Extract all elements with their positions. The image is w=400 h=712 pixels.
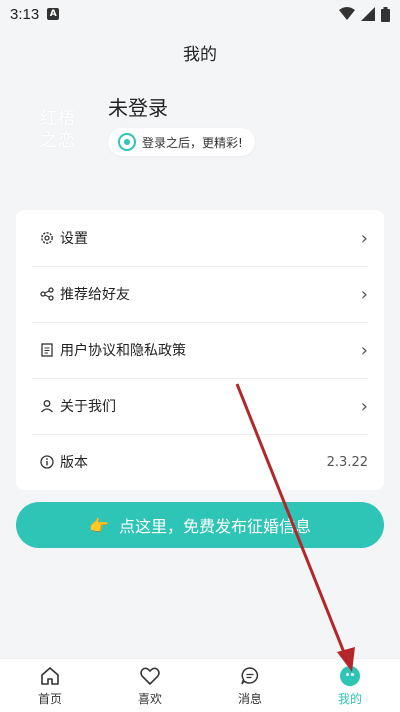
tab-label: 喜欢: [137, 691, 162, 706]
tab-messages[interactable]: 消息: [200, 659, 300, 712]
status-bar: 3:13 A: [0, 0, 400, 28]
menu-item-share[interactable]: 推荐给好友 ›: [16, 266, 384, 322]
me-icon: [339, 665, 361, 687]
avatar[interactable]: 红梧 之恋: [18, 98, 98, 162]
menu-item-label: 关于我们: [60, 399, 116, 415]
menu-item-about[interactable]: 关于我们 ›: [16, 378, 384, 434]
menu-card: 设置 › 推荐给好友 › 用户协议和隐私政策 › 关于我们 › 版本 2.3.2…: [16, 210, 384, 490]
chevron-right-icon: ›: [360, 339, 368, 361]
menu-item-agreement[interactable]: 用户协议和隐私政策 ›: [16, 322, 384, 378]
menu-item-settings[interactable]: 设置 ›: [16, 210, 384, 266]
notification-icon: A: [47, 8, 60, 20]
share-icon: [40, 287, 54, 301]
login-hint-button[interactable]: 登录之后，更精彩!: [108, 128, 255, 156]
tab-label: 消息: [237, 691, 262, 706]
chevron-right-icon: ›: [360, 395, 368, 417]
avatar-text-line2: 之恋: [40, 131, 76, 151]
tab-label: 首页: [37, 691, 62, 706]
tab-home[interactable]: 首页: [0, 659, 100, 712]
menu-item-label: 版本: [60, 455, 88, 471]
publish-button[interactable]: 👉 点这里，免费发布征婚信息: [16, 502, 384, 548]
home-icon: [39, 665, 61, 687]
page-title: 我的: [183, 45, 217, 65]
chevron-right-icon: ›: [360, 227, 368, 249]
user-icon: [40, 399, 54, 413]
chevron-right-icon: ›: [360, 283, 368, 305]
username[interactable]: 未登录: [108, 92, 168, 121]
tab-label: 我的: [337, 691, 362, 706]
menu-item-label: 推荐给好友: [60, 287, 130, 303]
battery-icon: [381, 6, 390, 22]
login-hint-label: 登录之后，更精彩!: [142, 135, 243, 150]
version-value: 2.3.22: [326, 454, 368, 470]
wifi-icon: [339, 7, 355, 20]
status-icons: [339, 6, 390, 22]
heart-icon: [139, 665, 161, 687]
pointing-hand-icon: 👉: [89, 515, 109, 535]
document-icon: [40, 343, 54, 357]
eye-icon: [118, 133, 136, 151]
info-icon: [40, 455, 54, 469]
menu-item-version: 版本 2.3.22: [16, 434, 384, 490]
publish-button-label: 点这里，免费发布征婚信息: [118, 517, 311, 536]
status-time: 3:13: [10, 5, 40, 23]
menu-item-label: 设置: [60, 231, 88, 247]
message-icon: [239, 665, 261, 687]
gear-icon: [40, 231, 54, 245]
tab-like[interactable]: 喜欢: [100, 659, 200, 712]
menu-item-label: 用户协议和隐私政策: [60, 343, 186, 359]
avatar-text-line1: 红梧: [40, 109, 76, 129]
bottom-nav: 首页 喜欢 消息 我的: [0, 658, 400, 712]
signal-icon: [361, 7, 375, 21]
tab-me[interactable]: 我的: [300, 659, 400, 712]
